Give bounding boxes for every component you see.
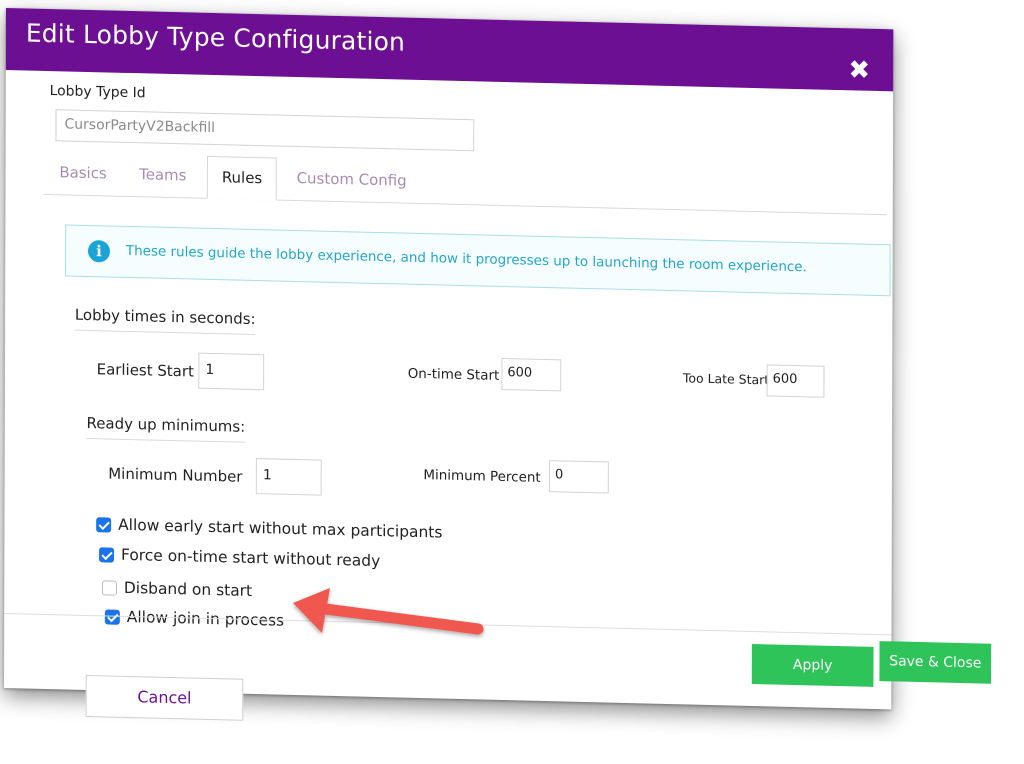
edit-lobby-type-dialog: Edit Lobby Type Configuration ✖ Lobby Ty… xyxy=(3,8,992,721)
dialog-title: Edit Lobby Type Configuration xyxy=(25,18,406,57)
checkbox-unchecked[interactable] xyxy=(101,580,117,596)
on-time-start-label: On-time Start xyxy=(407,365,500,384)
lobby-times-title: Lobby times in seconds: xyxy=(74,305,256,336)
checkbox-checked[interactable] xyxy=(96,517,112,533)
minimum-number-input[interactable]: 1 xyxy=(255,458,322,496)
minimum-percent-input[interactable]: 0 xyxy=(548,460,609,494)
info-text: These rules guide the lobby experience, … xyxy=(125,242,807,276)
option-label: Disband on start xyxy=(123,578,253,600)
earliest-start-input[interactable]: 1 xyxy=(198,352,265,391)
option-label: Allow early start without max participan… xyxy=(118,515,443,542)
tab-bar: Basics Teams Rules Custom Config xyxy=(43,151,887,216)
tab-basics[interactable]: Basics xyxy=(59,152,107,195)
save-close-button[interactable]: Save & Close xyxy=(879,641,992,684)
close-icon[interactable]: ✖ xyxy=(847,55,871,86)
ready-up-title: Ready up minimums: xyxy=(86,413,246,443)
minimum-number-label: Minimum Number xyxy=(108,464,243,486)
apply-button[interactable]: Apply xyxy=(751,644,874,687)
title-bar: Edit Lobby Type Configuration ✖ xyxy=(5,8,894,92)
info-icon: i xyxy=(87,239,110,263)
lobby-type-id-label: Lobby Type Id xyxy=(49,83,146,102)
on-time-start-input[interactable]: 600 xyxy=(501,357,562,392)
too-late-start-label: Too Late Start xyxy=(682,370,770,388)
info-alert: i These rules guide the lobby experience… xyxy=(65,224,891,297)
tab-custom-config[interactable]: Custom Config xyxy=(297,158,407,203)
tab-rules[interactable]: Rules xyxy=(206,155,278,201)
lobby-type-id-input[interactable]: CursorPartyV2Backfill xyxy=(55,109,475,152)
checkbox-checked[interactable] xyxy=(104,609,120,625)
too-late-start-input[interactable]: 600 xyxy=(766,364,825,398)
earliest-start-label: Earliest Start xyxy=(96,360,194,381)
tab-teams[interactable]: Teams xyxy=(139,154,186,197)
cancel-button[interactable]: Cancel xyxy=(85,674,244,721)
minimum-percent-label: Minimum Percent xyxy=(423,467,541,486)
checkbox-checked[interactable] xyxy=(99,547,115,563)
option-label: Force on-time start without ready xyxy=(120,545,381,571)
